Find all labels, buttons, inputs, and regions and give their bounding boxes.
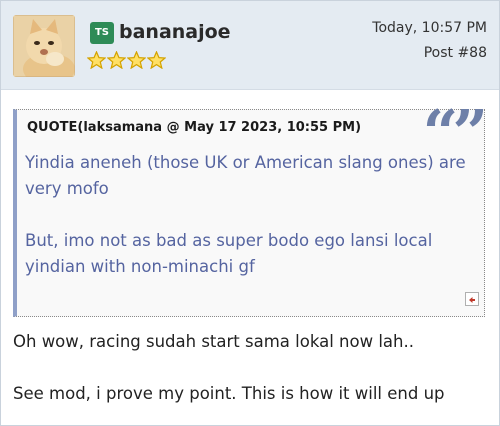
avatar[interactable] [13, 15, 75, 77]
star-icon [107, 51, 126, 69]
post-paragraph: See mod, i prove my point. This is how i… [13, 384, 445, 403]
star-icon [127, 51, 146, 69]
star-icon [87, 51, 106, 69]
post-number-link[interactable]: Post #88 [424, 45, 487, 61]
rank-stars [87, 51, 166, 69]
post-body: Oh wow, racing sudah start sama lokal no… [13, 329, 489, 426]
forum-post: TS bananajoe Today, 10:57 PM Post #88 QU… [0, 0, 500, 426]
quote-header: QUOTE(laksamana @ May 17 2023, 10:55 PM) [27, 120, 362, 135]
post-paragraph: Oh wow, racing sudah start sama lokal no… [13, 332, 414, 351]
quote-paragraph: Yindia aneneh (those UK or American slan… [25, 153, 466, 198]
post-header: TS bananajoe Today, 10:57 PM Post #88 [1, 1, 499, 90]
quote-paragraph: But, imo not as bad as super bodo ego la… [25, 231, 433, 276]
cat-avatar-image [13, 15, 75, 77]
topic-starter-badge: TS [90, 22, 114, 44]
arrow-jump-icon[interactable] [465, 292, 479, 306]
quote-block: QUOTE(laksamana @ May 17 2023, 10:55 PM)… [13, 102, 488, 317]
star-icon [147, 51, 166, 69]
quote-text: Yindia aneneh (those UK or American slan… [25, 150, 480, 306]
post-timestamp: Today, 10:57 PM [372, 20, 487, 36]
username[interactable]: bananajoe [119, 21, 231, 43]
